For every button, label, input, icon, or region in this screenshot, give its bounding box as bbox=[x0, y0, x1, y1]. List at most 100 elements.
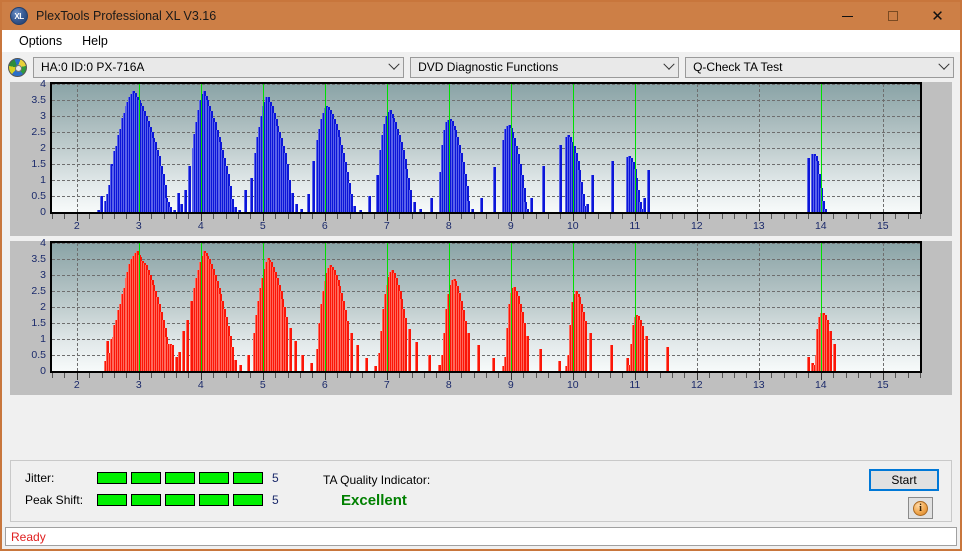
jitter-chart-xtick bbox=[585, 214, 586, 219]
jitter-chart-bar bbox=[430, 198, 433, 212]
jitter-chart-bar bbox=[238, 210, 241, 212]
peak-shift-meter-row: Peak Shift: 5 bbox=[25, 493, 279, 507]
peak-shift-chart-bar bbox=[645, 336, 648, 371]
peak-shift-chart-xtick bbox=[424, 373, 425, 378]
peak-shift-chart-xaxis: 23456789101112131415 bbox=[50, 373, 922, 395]
jitter-chart-xtick bbox=[647, 214, 648, 219]
peak-shift-chart-bar bbox=[350, 333, 353, 371]
jitter-chart-xtick-label: 3 bbox=[136, 220, 142, 232]
jitter-chart-xtick-label: 14 bbox=[815, 220, 827, 232]
jitter-chart-xtick-label: 7 bbox=[384, 220, 390, 232]
peak-shift-chart-xtick bbox=[412, 373, 413, 378]
jitter-chart-bar bbox=[419, 209, 422, 212]
window-controls: ✕ bbox=[825, 2, 960, 30]
peak-shift-chart-xtick-label: 14 bbox=[815, 379, 827, 391]
peak-shift-chart-xtick bbox=[560, 373, 561, 378]
maximize-icon bbox=[888, 11, 898, 21]
jitter-chart-xtick bbox=[660, 214, 661, 219]
peak-shift-chart-xtick bbox=[784, 373, 785, 378]
charts-area: 43.532.521.510.50 23456789101112131415 4… bbox=[2, 82, 960, 395]
peak-shift-chart-xtick-label: 10 bbox=[567, 379, 579, 391]
jitter-chart-bar bbox=[542, 166, 545, 212]
jitter-chart-xtick bbox=[374, 214, 375, 219]
peak-shift-chart-xtick bbox=[920, 373, 921, 378]
jitter-chart-xtick bbox=[722, 214, 723, 219]
jitter-chart-bar bbox=[234, 207, 237, 212]
peak-shift-chart-bar bbox=[829, 331, 832, 371]
jitter-chart-xtick-label: 13 bbox=[753, 220, 765, 232]
jitter-chart-xtick bbox=[622, 214, 623, 219]
peak-shift-chart-ytick-label: 0 bbox=[40, 365, 46, 377]
peak-shift-chart-bar bbox=[526, 336, 529, 371]
jitter-chart-xtick bbox=[474, 214, 475, 219]
peak-shift-chart-xtick bbox=[833, 373, 834, 378]
peak-shift-chart-xtick bbox=[746, 373, 747, 378]
jitter-chart-xtick-label: 12 bbox=[691, 220, 703, 232]
peak-shift-chart-xtick bbox=[610, 373, 611, 378]
peak-shift-chart-xtick-label: 4 bbox=[198, 379, 204, 391]
menu-bar: Options Help bbox=[2, 30, 960, 52]
peak-shift-chart-xtick-label: 3 bbox=[136, 379, 142, 391]
chevron-down-icon bbox=[385, 63, 403, 71]
jitter-chart-xtick bbox=[399, 214, 400, 219]
peak-shift-chart-bar bbox=[826, 320, 829, 371]
peak-shift-chart-xtick bbox=[102, 373, 103, 378]
peak-shift-chart-xtick bbox=[288, 373, 289, 378]
chevron-down-icon bbox=[935, 63, 953, 71]
peak-shift-chart-bar bbox=[365, 358, 368, 371]
jitter-chart-bar bbox=[100, 196, 103, 212]
jitter-chart-xtick bbox=[337, 214, 338, 219]
maximize-button[interactable] bbox=[870, 2, 915, 30]
peak-shift-chart-xtick bbox=[226, 373, 227, 378]
jitter-chart-bar bbox=[291, 193, 294, 212]
minimize-button[interactable] bbox=[825, 2, 870, 30]
peak-shift-chart-marker-line bbox=[263, 243, 265, 371]
window-title: PlexTools Professional XL V3.16 bbox=[36, 9, 825, 23]
peak-shift-chart-xtick bbox=[213, 373, 214, 378]
jitter-chart-yaxis: 43.532.521.510.50 bbox=[10, 82, 50, 236]
menu-item-options[interactable]: Options bbox=[10, 32, 71, 50]
results-panel: Jitter: 5 Peak Shift: 5 TA Quality Indic… bbox=[10, 460, 952, 522]
peak-shift-chart-marker-line bbox=[387, 243, 389, 371]
peak-shift-chart-plot bbox=[50, 241, 922, 373]
jitter-chart-bars bbox=[52, 84, 920, 212]
peak-shift-chart-bar bbox=[523, 323, 526, 371]
jitter-meter bbox=[97, 472, 263, 484]
peak-shift-chart-bar bbox=[428, 355, 431, 371]
start-button[interactable]: Start bbox=[869, 469, 939, 491]
jitter-chart-xtick bbox=[734, 214, 735, 219]
peak-shift-value: 5 bbox=[272, 493, 279, 507]
peak-shift-chart-xtick-label: 7 bbox=[384, 379, 390, 391]
peak-shift-chart-bar bbox=[182, 331, 185, 371]
peak-shift-chart-bar bbox=[464, 321, 467, 371]
jitter-chart-bar bbox=[350, 194, 353, 212]
jitter-chart-bar bbox=[97, 210, 100, 212]
peak-shift-chart-xtick bbox=[164, 373, 165, 378]
function-select[interactable]: DVD Diagnostic Functions bbox=[410, 57, 679, 78]
jitter-chart-ytick-label: 1 bbox=[40, 174, 46, 186]
jitter-chart-bar bbox=[413, 202, 416, 212]
peak-shift-chart-yaxis: 43.532.521.510.50 bbox=[10, 241, 50, 395]
selector-toolbar: HA:0 ID:0 PX-716A DVD Diagnostic Functio… bbox=[2, 52, 960, 82]
peak-shift-chart-xtick-label: 13 bbox=[753, 379, 765, 391]
device-select-value: HA:0 ID:0 PX-716A bbox=[34, 60, 385, 74]
jitter-chart-xtick bbox=[486, 214, 487, 219]
jitter-chart-marker-line bbox=[573, 84, 575, 212]
jitter-chart-xtick bbox=[436, 214, 437, 219]
jitter-chart-xtick bbox=[808, 214, 809, 219]
menu-item-help[interactable]: Help bbox=[73, 32, 117, 50]
peak-shift-chart-xtick bbox=[89, 373, 90, 378]
close-button[interactable]: ✕ bbox=[915, 2, 960, 30]
jitter-chart-marker-line bbox=[635, 84, 637, 212]
peak-shift-chart-xtick bbox=[734, 373, 735, 378]
jitter-chart-xtick bbox=[52, 214, 53, 219]
peak-shift-chart-bar bbox=[467, 333, 470, 371]
peak-shift-chart-bar bbox=[175, 357, 178, 371]
jitter-chart-xtick bbox=[895, 214, 896, 219]
peak-shift-chart-bar bbox=[833, 344, 836, 371]
jitter-chart-bar bbox=[409, 190, 412, 212]
peak-shift-chart-bar bbox=[408, 329, 411, 371]
device-select[interactable]: HA:0 ID:0 PX-716A bbox=[33, 57, 404, 78]
info-button[interactable]: i bbox=[908, 497, 933, 519]
test-select[interactable]: Q-Check TA Test bbox=[685, 57, 954, 78]
